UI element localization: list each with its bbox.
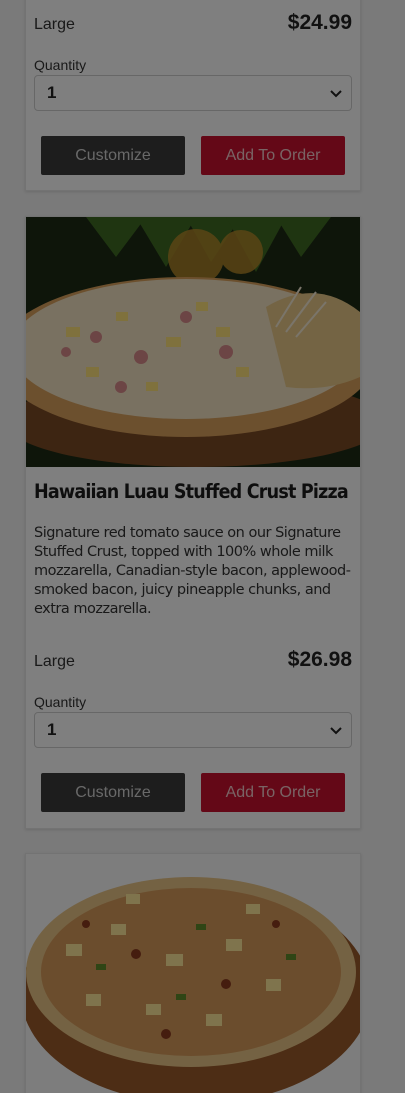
modal-backdrop[interactable] bbox=[0, 0, 405, 1093]
